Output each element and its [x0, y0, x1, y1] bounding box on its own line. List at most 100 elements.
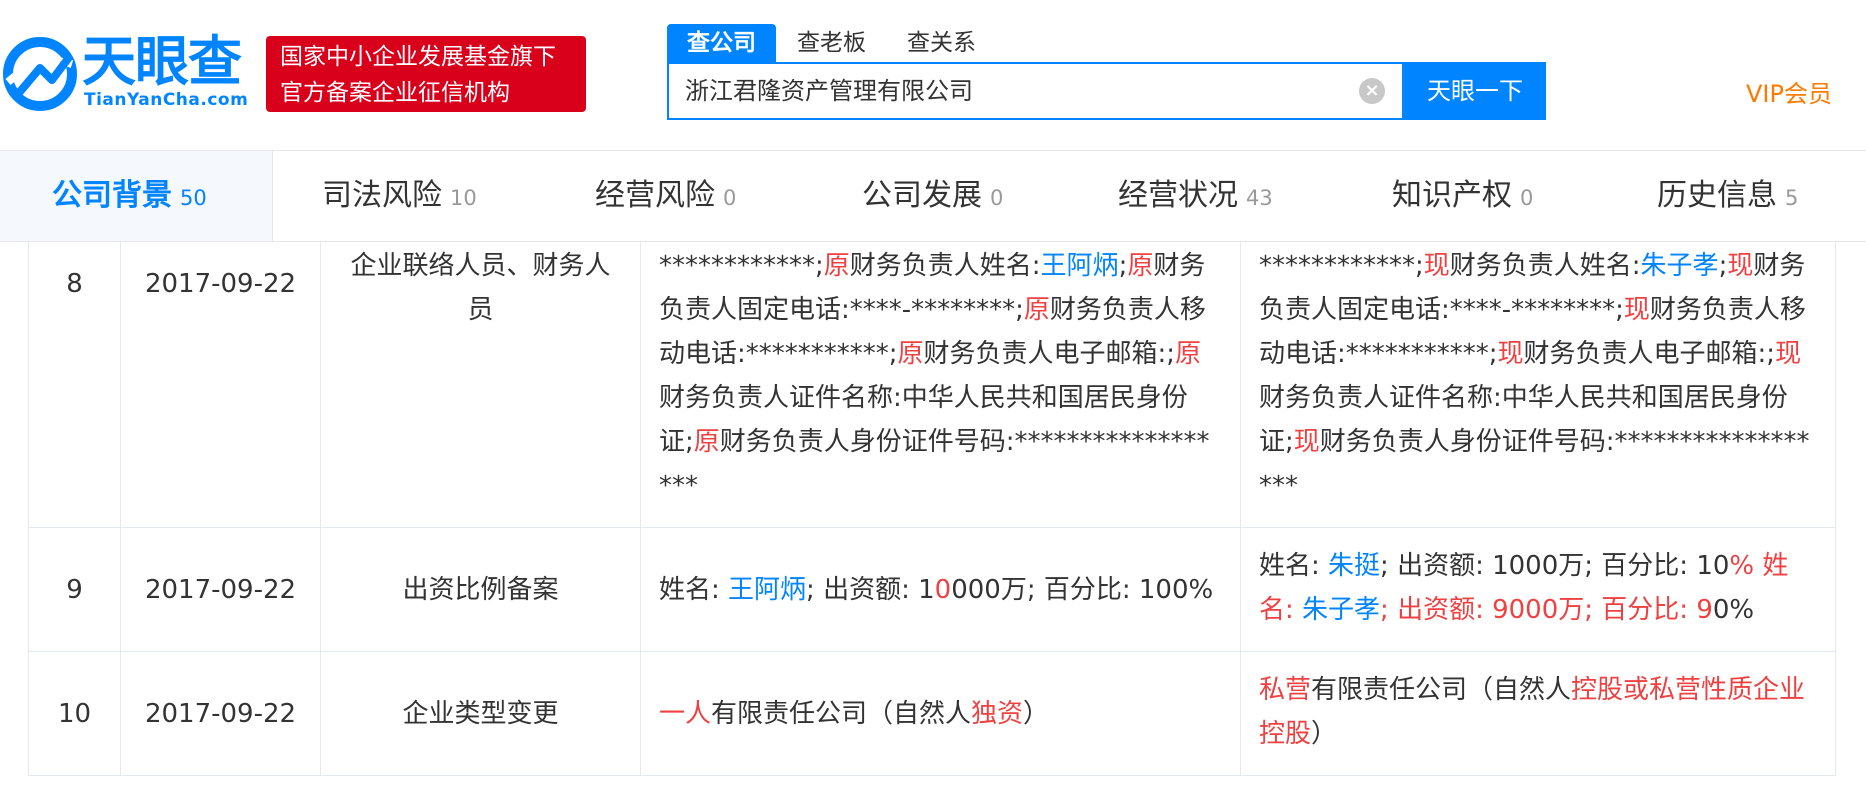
text-segment: 有限责任公司（自然人: [1311, 675, 1572, 705]
tab-label: 公司背景: [52, 178, 172, 213]
highlight-text: 现: [1775, 339, 1802, 369]
logo-text: 天眼查: [82, 30, 242, 93]
search-input[interactable]: [685, 64, 1325, 118]
text-segment: 姓名:: [1259, 551, 1329, 581]
change-item: 企业类型变更: [402, 699, 559, 729]
text-segment: 财务负责人电子邮箱:;: [923, 339, 1176, 369]
value-before: 姓名: 王阿炳; 出资额: 10000万; 百分比: 100%: [659, 568, 1222, 612]
highlight-text: 现: [1423, 251, 1450, 281]
tab-history-info[interactable]: 历史信息 5: [1657, 151, 1798, 241]
government-badge[interactable]: 国家中小企业发展基金旗下 官方备案企业征信机构: [266, 36, 586, 112]
tab-count: 43: [1246, 186, 1273, 210]
text-segment: 姓名:: [659, 575, 729, 605]
tab-company-development[interactable]: 公司发展 0: [862, 151, 1003, 241]
text-segment: ************;: [659, 251, 824, 281]
cell-date: 2017-09-22: [120, 242, 320, 527]
text-segment: 财务负责人姓名:: [1449, 251, 1641, 281]
tab-search-relation[interactable]: 查关系: [907, 24, 976, 62]
highlight-text: 原: [823, 251, 850, 281]
value-after: 姓名: 朱挺; 出资额: 1000万; 百分比: 10% 姓名: 朱子孝; 出资…: [1259, 544, 1817, 632]
cell-after: 姓名: 朱挺; 出资额: 1000万; 百分比: 10% 姓名: 朱子孝; 出资…: [1240, 528, 1836, 651]
text-segment: 000万; 百分比: 100%: [951, 575, 1214, 605]
text-segment: 财务负责人姓名:: [849, 251, 1041, 281]
text-segment: ）: [1311, 719, 1338, 749]
tab-legal-risk[interactable]: 司法风险 10: [322, 151, 477, 241]
highlight-text: 现: [1497, 339, 1524, 369]
change-date: 2017-09-22: [144, 269, 297, 299]
person-link[interactable]: 王阿炳: [1041, 251, 1119, 281]
table-row: 10 2017-09-22 企业类型变更 一人有限责任公司（自然人独资） 私营有…: [28, 652, 1836, 776]
tab-count: 10: [450, 186, 477, 210]
tab-count: 5: [1785, 186, 1799, 210]
tab-count: 0: [1520, 186, 1534, 210]
cell-item: 出资比例备案: [320, 528, 640, 651]
badge-line-2: 官方备案企业征信机构: [280, 80, 510, 106]
tab-search-company[interactable]: 查公司: [667, 24, 776, 62]
highlight-text: 原: [693, 427, 720, 457]
highlight-text: 现: [1623, 295, 1650, 325]
highlight-text: 一人: [659, 699, 712, 729]
highlight-text: 现: [1293, 427, 1320, 457]
person-link[interactable]: 王阿炳: [728, 575, 806, 605]
value-before: 一人有限责任公司（自然人独资）: [659, 692, 1222, 736]
tab-operating-status[interactable]: 经营状况 43: [1118, 151, 1273, 241]
tab-intellectual-property[interactable]: 知识产权 0: [1392, 151, 1533, 241]
row-index: 10: [57, 699, 92, 729]
tab-count: 50: [180, 186, 207, 210]
table-row: 8 2017-09-22 企业联络人员、财务人员 ************;原财…: [28, 242, 1836, 528]
highlight-text: 私营: [1259, 675, 1312, 705]
text-segment: 财务负责人电子邮箱:;: [1523, 339, 1776, 369]
table-row: 9 2017-09-22 出资比例备案 姓名: 王阿炳; 出资额: 10000万…: [28, 528, 1836, 652]
cell-index: 8: [28, 242, 120, 527]
site-logo[interactable]: 天眼查 TianYanCha.com: [0, 28, 260, 128]
value-after: 私营有限责任公司（自然人控股或私营性质企业控股）: [1259, 668, 1817, 756]
text-segment: 有限责任公司（自然人: [711, 699, 972, 729]
cell-index: 9: [28, 528, 120, 651]
tab-label: 历史信息: [1657, 178, 1777, 213]
logo-subtext: TianYanCha.com: [84, 90, 249, 110]
cell-date: 2017-09-22: [120, 528, 320, 651]
tab-label: 司法风险: [322, 178, 442, 213]
tab-operating-risk[interactable]: 经营风险 0: [595, 151, 736, 241]
highlight-text: 原: [1023, 295, 1050, 325]
highlight-text: 原: [1127, 251, 1154, 281]
text-segment: ;: [1118, 251, 1128, 281]
highlight-text: 独资: [971, 699, 1024, 729]
person-link[interactable]: 朱子孝: [1641, 251, 1719, 281]
cell-before: 姓名: 王阿炳; 出资额: 10000万; 百分比: 100%: [640, 528, 1240, 651]
text-segment: ; 出资额: 1000万; 百分比: 10: [1380, 551, 1730, 581]
value-after: ************;现财务负责人姓名:朱子孝;现财务负责人固定电话:***…: [1259, 244, 1817, 508]
search-button[interactable]: 天眼一下: [1404, 62, 1546, 120]
search-box: ×: [667, 62, 1404, 120]
tab-company-background[interactable]: 公司背景 50: [52, 151, 207, 241]
tab-count: 0: [990, 186, 1004, 210]
text-segment: 财务负责人身份证件号码:******************: [659, 427, 1210, 501]
badge-line-1: 国家中小企业发展基金旗下: [280, 44, 556, 70]
row-index: 8: [66, 269, 83, 299]
row-index: 9: [66, 575, 83, 605]
top-header: 天眼查 TianYanCha.com 国家中小企业发展基金旗下 官方备案企业征信…: [0, 0, 1866, 150]
highlight-text: 0: [934, 575, 952, 605]
value-before: ************;原财务负责人姓名:王阿炳;原财务负责人固定电话:***…: [659, 244, 1222, 508]
change-date: 2017-09-22: [144, 699, 297, 729]
text-segment: 财务负责人身份证件号码:******************: [1259, 427, 1810, 501]
person-link[interactable]: 朱挺: [1328, 551, 1380, 581]
person-link[interactable]: 朱子孝: [1302, 595, 1380, 625]
tab-label: 公司发展: [862, 178, 982, 213]
tab-label: 经营风险: [595, 178, 715, 213]
text-segment: ;: [1718, 251, 1728, 281]
tab-label: 知识产权: [1392, 178, 1512, 213]
vip-member-link[interactable]: VIP会员: [1746, 74, 1832, 109]
highlight-text: 原: [1175, 339, 1202, 369]
tab-search-boss[interactable]: 查老板: [797, 24, 866, 62]
clear-search-icon[interactable]: ×: [1359, 78, 1385, 104]
cell-index: 10: [28, 652, 120, 775]
cell-before: ************;原财务负责人姓名:王阿炳;原财务负责人固定电话:***…: [640, 242, 1240, 527]
text-segment: ************;: [1259, 251, 1424, 281]
tab-count: 0: [723, 186, 737, 210]
cell-before: 一人有限责任公司（自然人独资）: [640, 652, 1240, 775]
highlight-text: ; 出资额: 9000万; 百分比: 9: [1380, 595, 1713, 625]
text-segment: ）: [1023, 699, 1050, 729]
highlight-text: 现: [1727, 251, 1754, 281]
cell-item: 企业类型变更: [320, 652, 640, 775]
